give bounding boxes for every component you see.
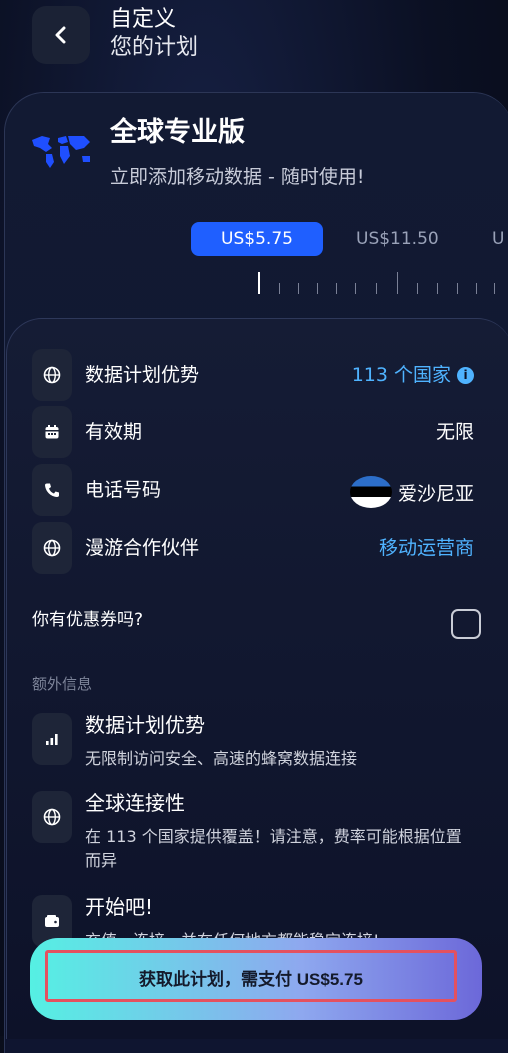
feature-title: 数据计划优势 [85, 713, 205, 737]
globe-icon [32, 791, 72, 843]
get-plan-button[interactable]: 获取此计划，需支付 US$5.75 [45, 950, 457, 1002]
detail-row-validity: 有效期 无限 [32, 406, 482, 458]
chevron-left-icon [55, 26, 66, 44]
estonia-flag-icon [349, 476, 392, 508]
detail-value: 爱沙尼亚 [349, 476, 474, 508]
slider-tick [476, 283, 477, 294]
phone-icon [32, 464, 72, 516]
slider-tick [355, 283, 356, 294]
slider-tick [317, 283, 318, 294]
signal-bars-icon [32, 713, 72, 765]
slider-tick [298, 283, 299, 294]
top-bar: 自定义 您的计划 [0, 0, 508, 84]
price-option[interactable]: US$11.50 [356, 222, 439, 256]
globe-icon [32, 522, 72, 574]
slider-tick [437, 283, 438, 294]
feature-description: 无限制访问安全、高速的蜂窝数据连接 [85, 749, 358, 768]
feature-description: 在 113 个国家提供覆盖！请注意，费率可能根据位置而异 [85, 827, 462, 870]
cta-container: 获取此计划，需支付 US$5.75 [30, 938, 482, 1020]
back-button[interactable] [32, 6, 90, 64]
price-option-selected[interactable]: US$5.75 [191, 222, 323, 256]
world-map-icon [32, 136, 90, 168]
slider-tick [457, 283, 458, 294]
price-selector: US$5.75 US$11.50 U [0, 222, 508, 258]
feature-title: 全球连接性 [85, 791, 185, 815]
detail-row-phone: 电话号码 爱沙尼亚 [32, 464, 482, 516]
slider-tick [397, 272, 398, 294]
detail-label: 数据计划优势 [85, 364, 200, 386]
extra-info-title: 额外信息 [32, 675, 93, 693]
detail-row-roaming: 漫游合作伙伴 移动运营商 [32, 522, 482, 574]
slider-tick [417, 283, 418, 294]
feature-title: 开始吧! [85, 895, 154, 919]
page-subtitle: 您的计划 [110, 35, 199, 60]
detail-row-advantage: 数据计划优势 113 个国家 i [32, 349, 482, 401]
info-icon[interactable]: i [457, 367, 474, 384]
price-option[interactable]: U [492, 222, 508, 256]
coupon-question: 你有优惠券吗? [32, 610, 144, 630]
price-slider-track[interactable] [0, 268, 508, 294]
slider-tick [336, 283, 337, 294]
carrier-link[interactable]: 移动运营商 [379, 534, 474, 562]
slider-tick [376, 283, 377, 294]
detail-label: 有效期 [85, 421, 143, 443]
slider-tick [494, 283, 495, 294]
plan-description: 立即添加移动数据 - 随时使用! [110, 166, 365, 188]
plan-name: 全球专业版 [110, 117, 245, 148]
slider-tick [279, 283, 280, 294]
globe-icon [32, 349, 72, 401]
page-title: 自定义 [110, 7, 177, 32]
detail-label: 漫游合作伙伴 [85, 537, 200, 559]
coupon-checkbox[interactable] [451, 609, 481, 639]
detail-label: 电话号码 [85, 479, 162, 501]
slider-tick [258, 272, 260, 294]
detail-value: 无限 [435, 421, 474, 443]
calendar-icon [32, 406, 72, 458]
countries-link[interactable]: 113 个国家 i [352, 361, 474, 389]
